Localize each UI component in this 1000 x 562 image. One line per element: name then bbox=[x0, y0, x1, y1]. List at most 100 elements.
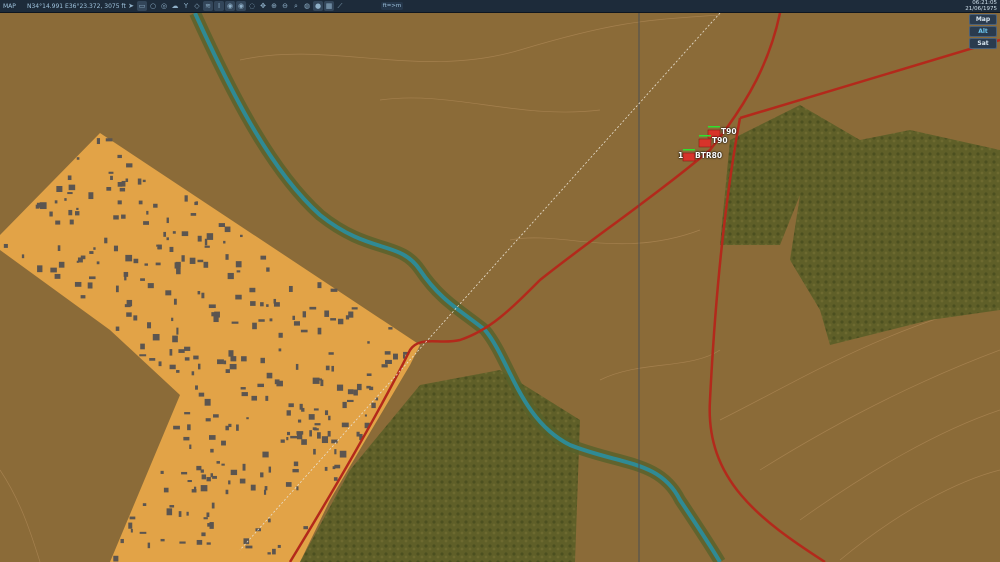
building bbox=[288, 403, 294, 408]
building bbox=[320, 379, 324, 387]
circle-icon[interactable]: ○ bbox=[148, 1, 158, 11]
building bbox=[223, 240, 226, 244]
building bbox=[245, 545, 253, 549]
building bbox=[55, 220, 61, 225]
unit-label-t90[interactable]: T90 bbox=[721, 127, 737, 136]
building bbox=[274, 379, 280, 385]
unit-label-t90[interactable]: T90 bbox=[712, 136, 728, 145]
building bbox=[339, 450, 347, 458]
unit-label-btr80[interactable]: BTR80 bbox=[695, 151, 722, 160]
building bbox=[266, 372, 273, 379]
zoom-in-icon[interactable]: ⊕ bbox=[269, 1, 279, 11]
building bbox=[178, 511, 182, 517]
building bbox=[236, 270, 241, 273]
building bbox=[347, 399, 354, 403]
units-toggle-button[interactable]: ft=>m bbox=[381, 2, 403, 10]
search-icon[interactable]: ⌕ bbox=[291, 1, 301, 11]
building bbox=[67, 175, 72, 181]
ruler-icon[interactable]: ⟋ bbox=[335, 1, 345, 11]
building bbox=[128, 522, 133, 529]
building bbox=[133, 315, 138, 321]
zoom-out-icon[interactable]: ⊖ bbox=[280, 1, 290, 11]
building bbox=[252, 322, 257, 330]
building bbox=[119, 187, 126, 192]
radar-3-icon[interactable]: ◌ bbox=[247, 1, 257, 11]
building bbox=[249, 287, 256, 293]
building bbox=[201, 292, 205, 299]
building bbox=[367, 341, 370, 344]
building bbox=[184, 412, 191, 415]
building bbox=[139, 531, 147, 534]
building bbox=[113, 555, 119, 562]
building bbox=[176, 267, 181, 275]
radar-1-icon[interactable]: ◉ bbox=[225, 1, 235, 11]
building bbox=[179, 541, 186, 544]
building bbox=[260, 472, 264, 478]
building bbox=[235, 261, 242, 268]
building bbox=[262, 451, 269, 458]
building bbox=[138, 200, 143, 205]
building bbox=[207, 523, 214, 527]
building bbox=[144, 263, 148, 266]
building bbox=[295, 363, 299, 370]
building bbox=[54, 200, 58, 204]
clock-date: 21/06/1975 bbox=[965, 6, 997, 12]
building bbox=[286, 431, 291, 436]
layer-map-button[interactable]: Map bbox=[969, 14, 997, 25]
grid-icon[interactable]: ▦ bbox=[324, 1, 334, 11]
building bbox=[172, 231, 176, 234]
building bbox=[364, 414, 367, 417]
radar-2-icon[interactable]: ◉ bbox=[236, 1, 246, 11]
building bbox=[231, 321, 239, 324]
building bbox=[140, 343, 145, 350]
building bbox=[139, 354, 147, 357]
building bbox=[204, 245, 210, 248]
building bbox=[246, 417, 249, 420]
move-icon[interactable]: ✥ bbox=[258, 1, 268, 11]
target-icon[interactable]: ◇ bbox=[192, 1, 202, 11]
building bbox=[196, 465, 202, 471]
building bbox=[250, 484, 256, 491]
building bbox=[200, 469, 204, 473]
building bbox=[189, 444, 192, 450]
building bbox=[147, 283, 154, 289]
building bbox=[142, 179, 146, 183]
navigate-arrow-icon[interactable]: ➤ bbox=[126, 1, 136, 11]
tower-icon[interactable]: I bbox=[214, 1, 224, 11]
building bbox=[293, 321, 300, 326]
building bbox=[260, 302, 264, 307]
cloud-icon[interactable]: ☁ bbox=[170, 1, 180, 11]
sphere-icon[interactable]: ● bbox=[313, 1, 323, 11]
building bbox=[250, 301, 256, 306]
building bbox=[67, 192, 73, 195]
building bbox=[115, 285, 119, 293]
globe-icon[interactable]: ◍ bbox=[302, 1, 312, 11]
building bbox=[21, 254, 25, 259]
map-canvas[interactable] bbox=[0, 13, 1000, 562]
building bbox=[204, 398, 211, 406]
layer-alt-button[interactable]: Alt bbox=[969, 26, 997, 37]
layers-icon[interactable]: ◎ bbox=[159, 1, 169, 11]
building bbox=[330, 318, 337, 321]
building bbox=[113, 245, 119, 252]
building bbox=[210, 473, 214, 478]
layer-sat-button[interactable]: Sat bbox=[969, 38, 997, 49]
building bbox=[334, 464, 341, 469]
building bbox=[176, 327, 179, 335]
building bbox=[208, 304, 216, 309]
building bbox=[210, 448, 214, 453]
network-icon[interactable]: Y bbox=[181, 1, 191, 11]
building bbox=[69, 219, 74, 225]
building bbox=[336, 384, 344, 391]
building bbox=[172, 335, 178, 343]
building bbox=[309, 306, 317, 310]
cursor-coordinates: N34°14.991 E36°23.372, 3075 ft bbox=[27, 3, 126, 10]
label-toggle-icon[interactable]: ▭ bbox=[137, 1, 147, 11]
building bbox=[266, 267, 270, 272]
building bbox=[189, 257, 196, 264]
wifi-icon[interactable]: ≋ bbox=[203, 1, 213, 11]
building bbox=[292, 315, 296, 320]
building bbox=[165, 290, 172, 296]
building bbox=[321, 436, 329, 444]
building bbox=[166, 217, 169, 224]
